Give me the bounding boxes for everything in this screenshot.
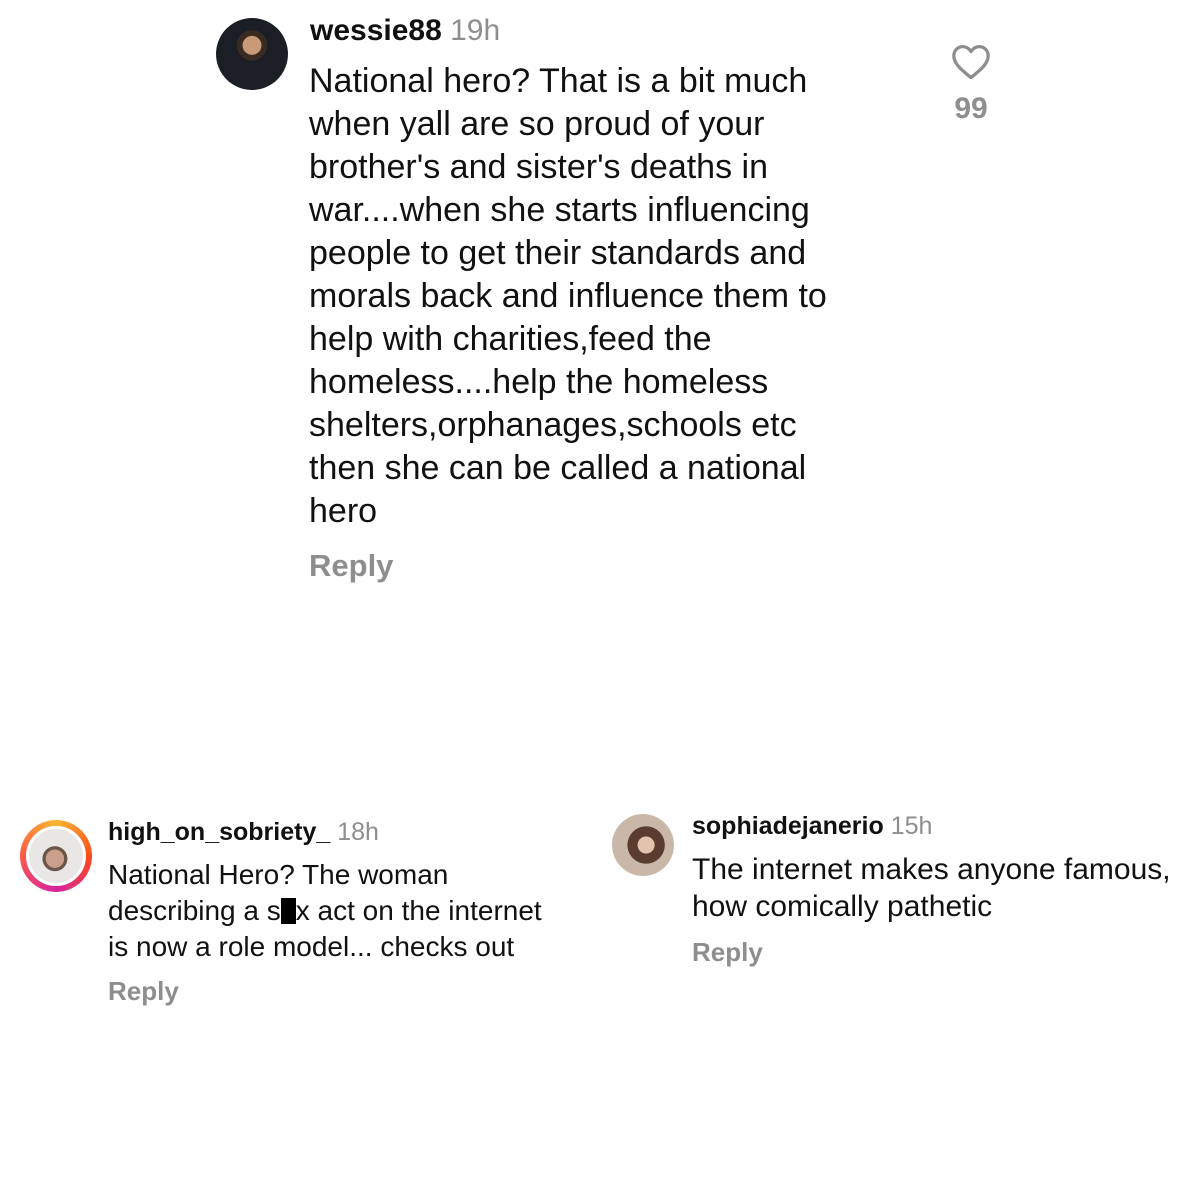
avatar[interactable] [216,18,288,90]
comment-header: high_on_sobriety_ 18h [108,818,379,847]
redaction-block [280,898,296,924]
avatar[interactable] [26,826,86,886]
comment-header: wessie88 19h [310,14,500,48]
reply-button[interactable]: Reply [692,937,763,968]
heart-outline-icon[interactable] [951,44,991,80]
username[interactable]: sophiadejanerio [692,812,884,840]
reply-button[interactable]: Reply [108,976,179,1007]
username[interactable]: high_on_sobriety_ [108,818,330,846]
timestamp: 18h [337,818,379,846]
reply-button[interactable]: Reply [309,548,393,584]
comment-text: National Hero? The woman describing a sx… [108,857,628,965]
like-area: 99 [948,44,994,126]
timestamp: 15h [890,812,933,840]
comment-text: National hero? That is a bit much when y… [309,62,827,530]
like-count: 99 [954,92,988,125]
timestamp: 19h [450,14,501,47]
username[interactable]: wessie88 [310,14,442,47]
comment-text: The internet makes anyone famous, how co… [692,853,1171,923]
avatar[interactable] [612,814,674,876]
comment-header: sophiadejanerio 15h [692,812,932,841]
